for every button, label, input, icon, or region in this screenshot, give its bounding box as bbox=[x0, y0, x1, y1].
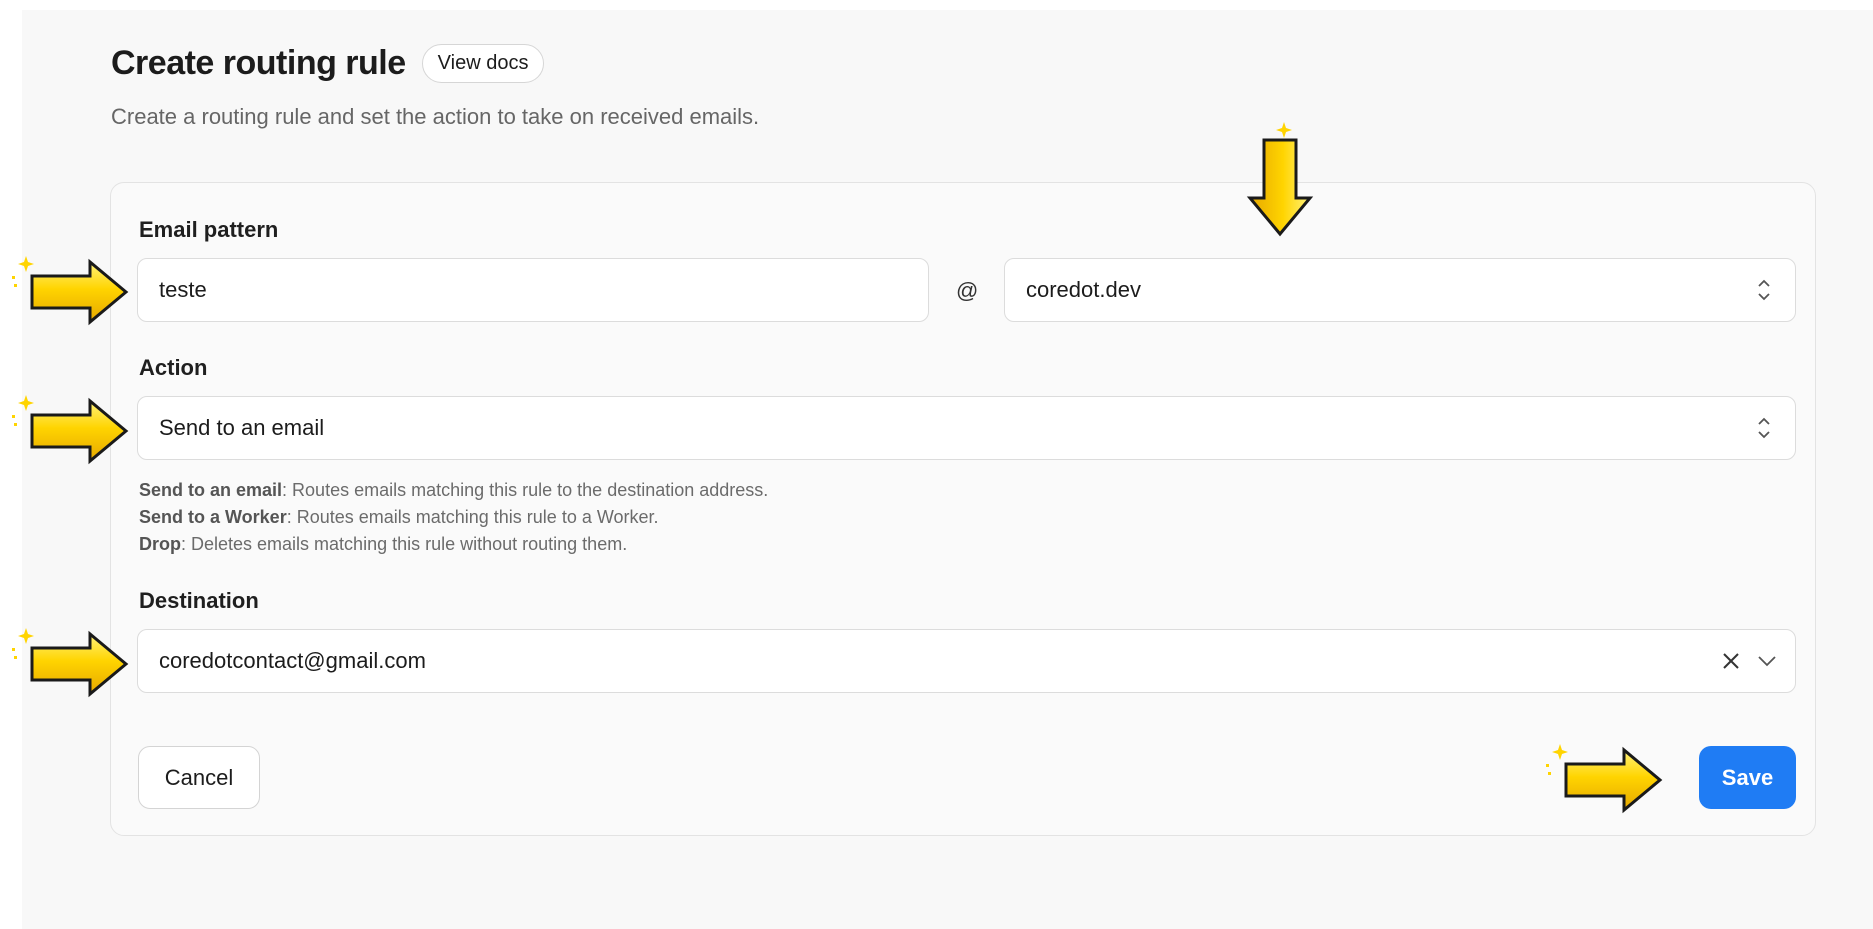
clear-icon[interactable] bbox=[1721, 651, 1741, 671]
save-button[interactable]: Save bbox=[1699, 746, 1796, 809]
help-desc: : Deletes emails matching this rule with… bbox=[181, 534, 628, 554]
email-pattern-label: Email pattern bbox=[139, 217, 279, 242]
help-term: Send to a Worker bbox=[139, 507, 287, 527]
updown-chevron-icon bbox=[1758, 279, 1770, 301]
help-line: Drop: Deletes emails matching this rule … bbox=[139, 531, 768, 558]
help-term: Drop bbox=[139, 534, 181, 554]
help-line: Send to an email: Routes emails matching… bbox=[139, 477, 768, 504]
pointer-arrow-icon bbox=[1546, 744, 1662, 812]
email-local-part-input[interactable] bbox=[159, 277, 928, 303]
pointer-arrow-icon bbox=[1248, 122, 1312, 236]
help-line: Send to a Worker: Routes emails matching… bbox=[139, 504, 768, 531]
email-domain-value: coredot.dev bbox=[1026, 277, 1141, 302]
pointer-arrow-icon bbox=[12, 395, 128, 463]
page-subtitle: Create a routing rule and set the action… bbox=[111, 104, 760, 129]
email-domain-select[interactable]: coredot.dev bbox=[1004, 258, 1796, 322]
view-docs-button[interactable]: View docs bbox=[421, 44, 545, 83]
help-term: Send to an email bbox=[139, 480, 283, 500]
destination-combobox[interactable]: coredotcontact@gmail.com bbox=[137, 629, 1796, 693]
action-label: Action bbox=[139, 355, 208, 380]
action-selected-value: Send to an email bbox=[159, 415, 325, 440]
help-desc: : Routes emails matching this rule to th… bbox=[282, 480, 769, 500]
action-help-text: Send to an email: Routes emails matching… bbox=[139, 477, 768, 558]
chevron-down-icon[interactable] bbox=[1757, 655, 1777, 667]
cancel-button[interactable]: Cancel bbox=[138, 746, 260, 809]
help-desc: : Routes emails matching this rule to a … bbox=[286, 507, 659, 527]
at-sign: @ bbox=[956, 278, 979, 303]
pointer-arrow-icon bbox=[12, 256, 128, 324]
email-local-part-field[interactable] bbox=[137, 258, 929, 322]
page-header: Create routing rule View docs bbox=[111, 44, 545, 83]
action-select[interactable]: Send to an email bbox=[137, 396, 1796, 460]
routing-rule-form: Email pattern @ coredot.dev Action Send … bbox=[110, 182, 1816, 836]
pointer-arrow-icon bbox=[12, 628, 128, 696]
destination-value: coredotcontact@gmail.com bbox=[159, 648, 426, 673]
updown-chevron-icon bbox=[1758, 417, 1770, 439]
destination-label: Destination bbox=[139, 588, 259, 613]
page-title: Create routing rule bbox=[111, 44, 406, 82]
